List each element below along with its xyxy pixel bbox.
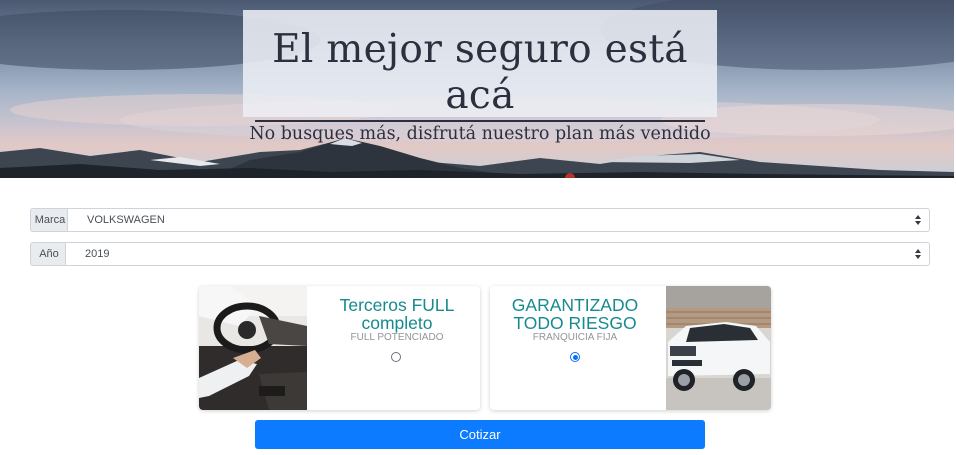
ano-label: Año: [30, 242, 65, 266]
suv-car-image: [666, 286, 771, 410]
ano-field: Año 2019: [30, 242, 930, 266]
hero-title: El mejor seguro está acá: [272, 27, 688, 118]
hero-caption-box: El mejor seguro está acá No busques más,…: [243, 10, 717, 144]
plan-radio-todo-riesgo[interactable]: [570, 352, 580, 362]
cotizar-button[interactable]: Cotizar: [255, 420, 705, 449]
plan-subtitle: FULL POTENCIADO: [350, 332, 444, 343]
plan-title-line1: Terceros FULL: [339, 295, 455, 315]
plan-subtitle: FRANQUICIA FIJA: [532, 332, 618, 343]
select-arrows-icon: [915, 249, 921, 259]
plan-card-terceros[interactable]: Terceros FULL completo FULL POTENCIADO: [199, 286, 480, 410]
marca-label: Marca: [30, 208, 67, 232]
marca-select[interactable]: VOLKSWAGEN: [67, 208, 930, 232]
marca-field: Marca VOLKSWAGEN: [30, 208, 930, 232]
plan-title-line1: GARANTIZADO: [511, 295, 639, 315]
marca-selected-value: VOLKSWAGEN: [87, 214, 165, 226]
ano-select[interactable]: 2019: [65, 242, 930, 266]
car-interior-image: [199, 286, 307, 410]
plan-card-todo-riesgo[interactable]: GARANTIZADO TODO RIESGO FRANQUICIA FIJA: [490, 286, 771, 410]
ano-selected-value: 2019: [85, 248, 110, 260]
hero-subtitle: No busques más, disfrutá nuestro plan má…: [249, 124, 711, 144]
plan-radio-terceros[interactable]: [391, 352, 401, 362]
hero-banner: El mejor seguro está acá No busques más,…: [0, 0, 954, 178]
select-arrows-icon: [915, 215, 921, 225]
plan-title-line2: TODO RIESGO: [513, 313, 637, 333]
plan-title-line2: completo: [361, 313, 433, 333]
hero-divider: [255, 120, 705, 122]
